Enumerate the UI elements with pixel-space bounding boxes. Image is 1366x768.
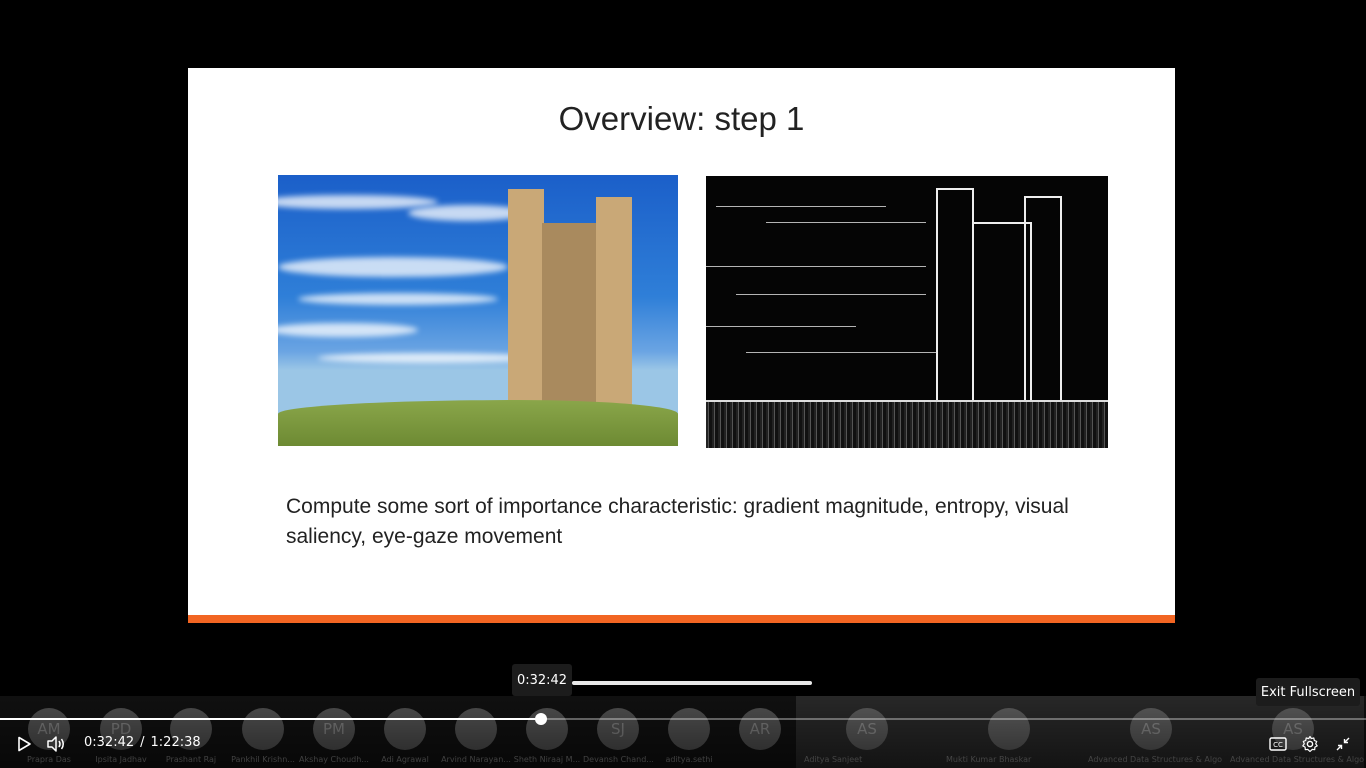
scrubber-preview-bar (572, 681, 812, 685)
slide-accent-bar (188, 615, 1175, 623)
controls-overlay (0, 688, 1366, 768)
play-icon (18, 736, 31, 752)
exit-fullscreen-icon (1336, 737, 1350, 751)
progress-fill (0, 718, 541, 720)
gradient-magnitude-image (706, 176, 1108, 448)
time-separator: / (140, 735, 145, 750)
settings-button[interactable] (1298, 733, 1322, 755)
duration: 1:22:38 (150, 735, 201, 750)
exit-fullscreen-button[interactable] (1331, 733, 1355, 755)
play-button[interactable] (12, 733, 36, 755)
time-display: 0:32:42 / 1:22:38 (84, 735, 207, 750)
presentation-slide: Overview: step 1 Compute some sort of im… (188, 68, 1175, 623)
castle-photo (278, 175, 678, 446)
slide-title: Overview: step 1 (558, 100, 805, 137)
volume-button[interactable] (44, 733, 68, 755)
slide-body-text: Compute some sort of importance characte… (286, 495, 1069, 548)
captions-button[interactable]: CC (1266, 733, 1290, 755)
captions-icon: CC (1269, 737, 1287, 751)
svg-text:CC: CC (1273, 741, 1283, 749)
current-time: 0:32:42 (84, 735, 135, 750)
gear-icon (1302, 735, 1318, 753)
scrubber-hover-time: 0:32:42 (512, 664, 572, 696)
progress-thumb[interactable] (534, 713, 547, 725)
progress-bar[interactable] (0, 713, 1366, 725)
exit-fullscreen-tooltip: Exit Fullscreen (1256, 678, 1360, 706)
volume-icon (47, 736, 64, 752)
